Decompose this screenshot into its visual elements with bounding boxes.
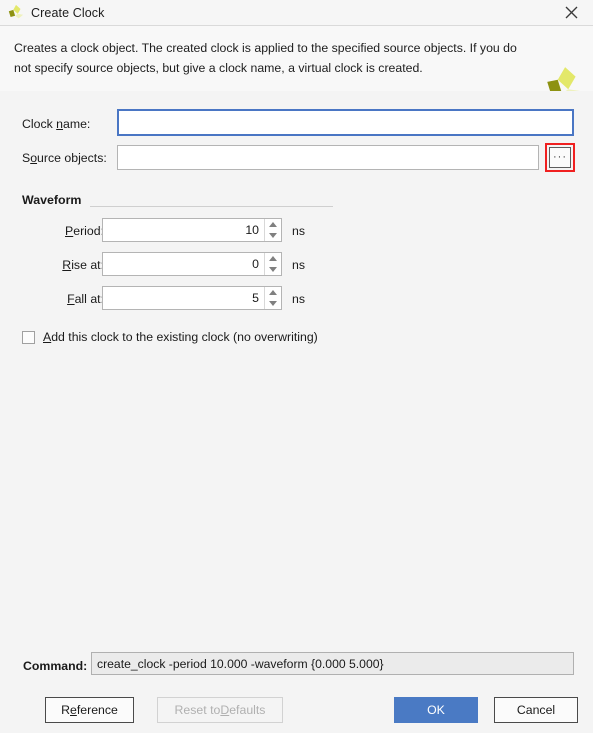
close-icon[interactable] [549, 0, 593, 25]
fall-at-spin-up-icon[interactable] [265, 287, 281, 298]
add-to-existing-clock-checkbox[interactable] [22, 330, 35, 344]
add-to-existing-clock-label[interactable]: Add this clock to the existing clock (no… [43, 330, 318, 344]
ok-button[interactable]: OK [394, 697, 478, 723]
rise-at-unit: ns [292, 258, 305, 272]
fall-at-spin-buttons[interactable] [264, 287, 281, 309]
rise-at-input[interactable] [103, 253, 264, 275]
window-title: Create Clock [31, 5, 105, 20]
period-input[interactable] [103, 219, 264, 241]
source-objects-browse-button[interactable]: ··· [549, 147, 571, 168]
dialog-body [0, 91, 593, 641]
period-spin-up-icon[interactable] [265, 219, 281, 230]
fall-at-input[interactable] [103, 287, 264, 309]
period-spin-buttons[interactable] [264, 219, 281, 241]
description-banner: Creates a clock object. The created cloc… [0, 26, 593, 100]
rise-at-spin-down-icon[interactable] [265, 264, 281, 275]
period-stepper[interactable] [102, 218, 282, 242]
rise-at-stepper[interactable] [102, 252, 282, 276]
period-unit: ns [292, 224, 305, 238]
period-label: Period: [65, 224, 104, 238]
command-label: Command: [23, 659, 88, 673]
cancel-button[interactable]: Cancel [494, 697, 578, 723]
title-bar: Create Clock [0, 0, 593, 26]
clock-name-label: Clock name: [22, 117, 91, 131]
fall-at-spin-down-icon[interactable] [265, 298, 281, 309]
description-text: Creates a clock object. The created cloc… [14, 41, 517, 75]
command-value: create_clock -period 10.000 -waveform {0… [91, 652, 574, 675]
reset-to-defaults-button: Reset to Defaults [157, 697, 283, 723]
browse-button-highlight: ··· [545, 143, 575, 172]
add-to-existing-clock-checkbox-row[interactable]: Add this clock to the existing clock (no… [22, 330, 318, 344]
fall-at-label: Fall at: [67, 292, 104, 306]
vivado-logo-icon [7, 4, 25, 22]
reference-button[interactable]: Re ference [45, 697, 134, 723]
rise-at-spin-up-icon[interactable] [265, 253, 281, 264]
source-objects-label: Source objects: [22, 151, 107, 165]
clock-name-input[interactable] [117, 109, 574, 136]
waveform-group-divider [90, 206, 333, 207]
rise-at-label: Rise at: [62, 258, 104, 272]
fall-at-stepper[interactable] [102, 286, 282, 310]
source-objects-input[interactable] [117, 145, 539, 170]
fall-at-unit: ns [292, 292, 305, 306]
rise-at-spin-buttons[interactable] [264, 253, 281, 275]
period-spin-down-icon[interactable] [265, 230, 281, 241]
waveform-group-title: Waveform [22, 193, 82, 207]
